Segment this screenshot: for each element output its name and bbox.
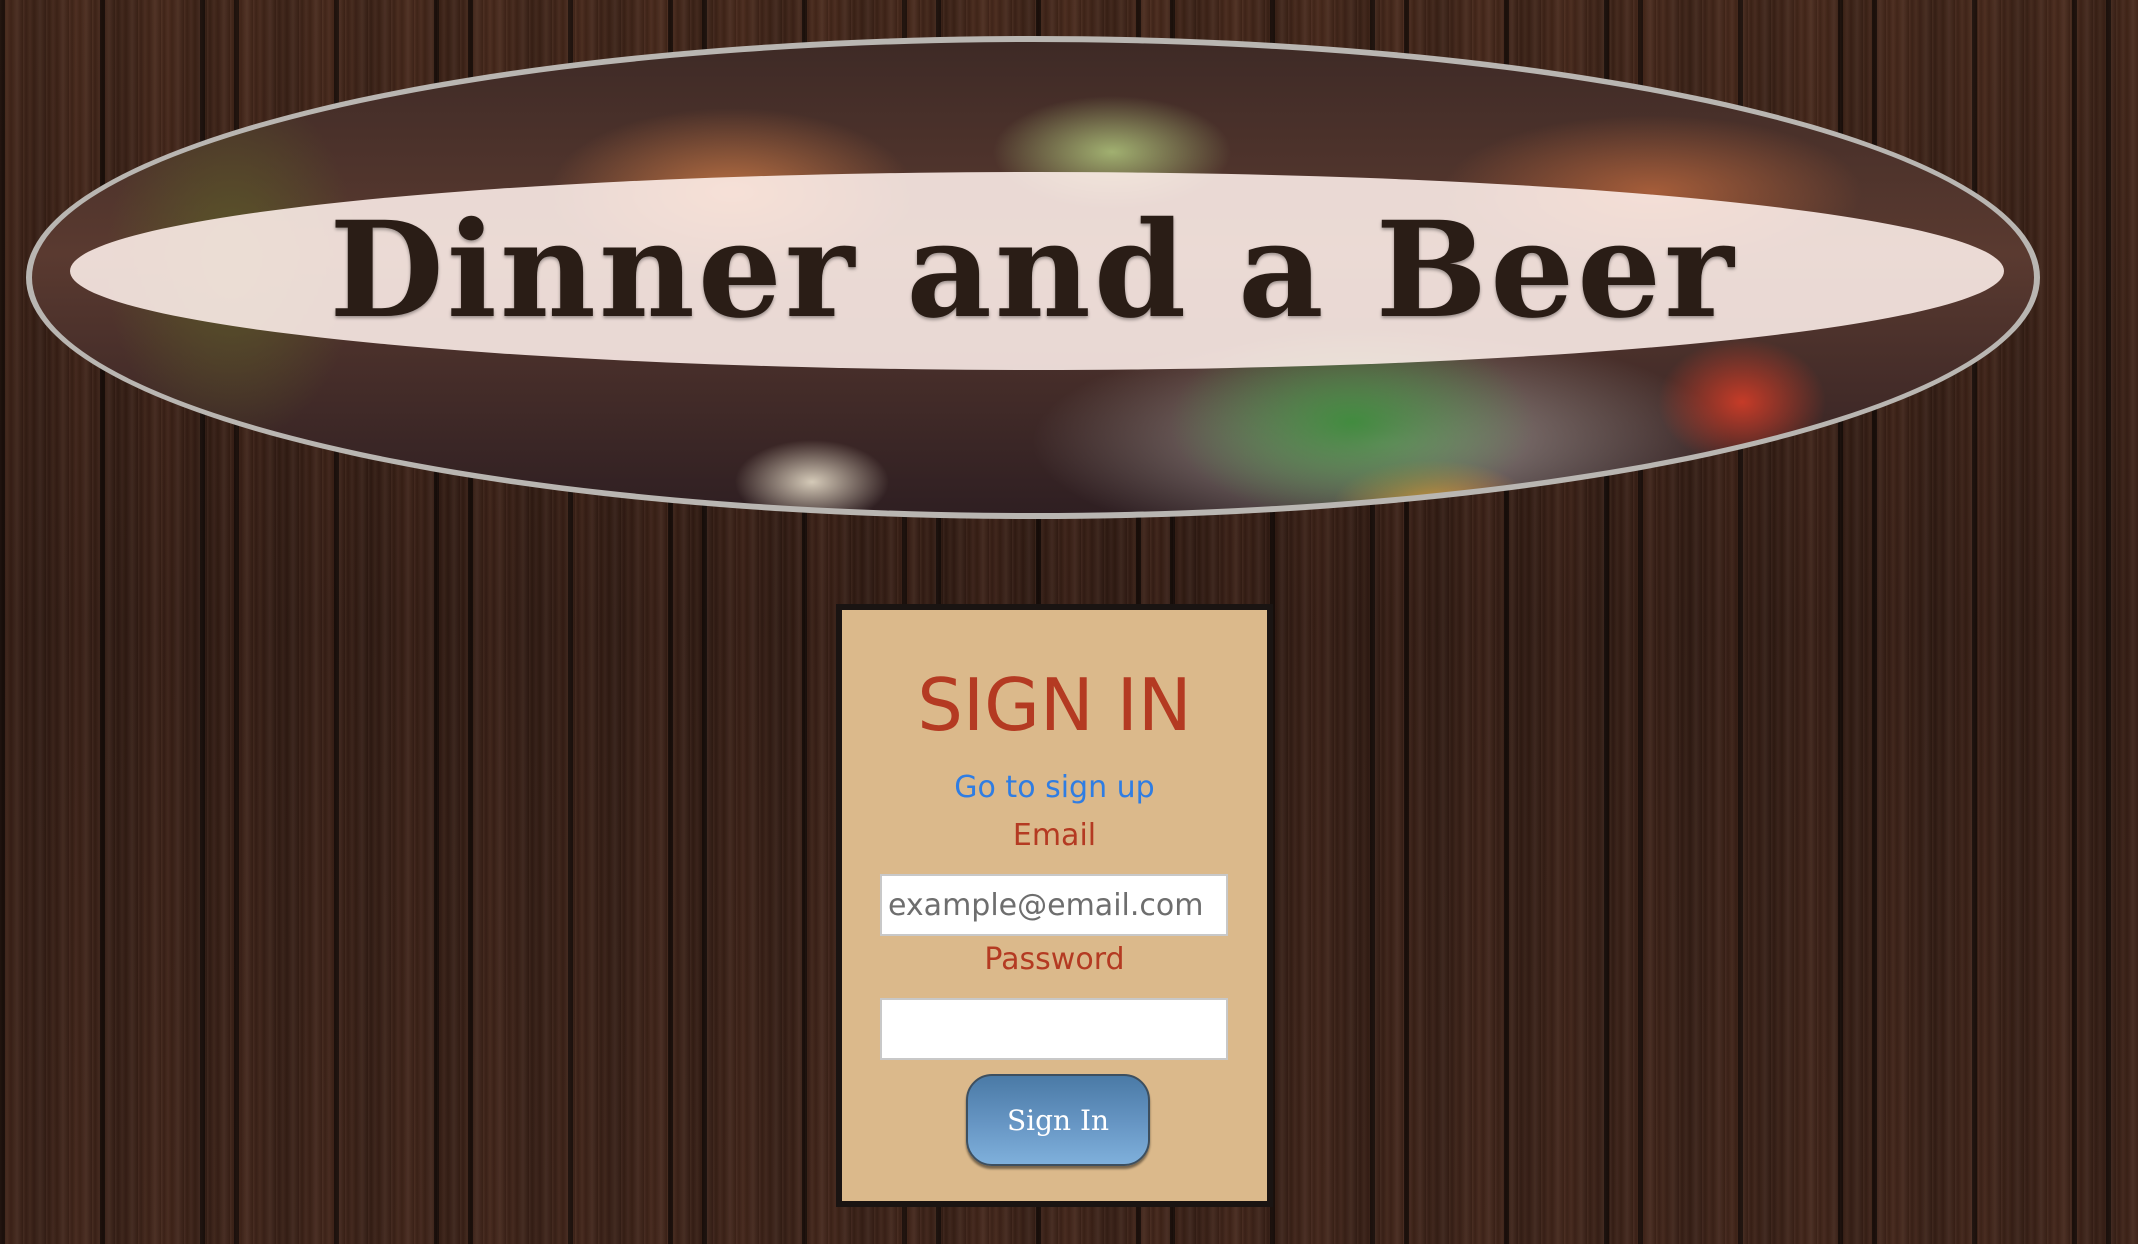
password-label: Password: [984, 942, 1125, 977]
go-to-signup-link[interactable]: Go to sign up: [842, 768, 1267, 808]
email-field[interactable]: [880, 874, 1228, 936]
password-field[interactable]: [880, 998, 1228, 1060]
signin-form-card: SIGN IN Go to sign up Email Password Sig…: [836, 604, 1273, 1207]
site-title: Dinner and a Beer: [329, 193, 1737, 348]
signin-heading: SIGN IN: [917, 663, 1192, 747]
email-label: Email: [1012, 818, 1097, 853]
header-banner: Dinner and a Beer: [26, 36, 2040, 519]
sign-in-button[interactable]: Sign In: [966, 1074, 1150, 1166]
